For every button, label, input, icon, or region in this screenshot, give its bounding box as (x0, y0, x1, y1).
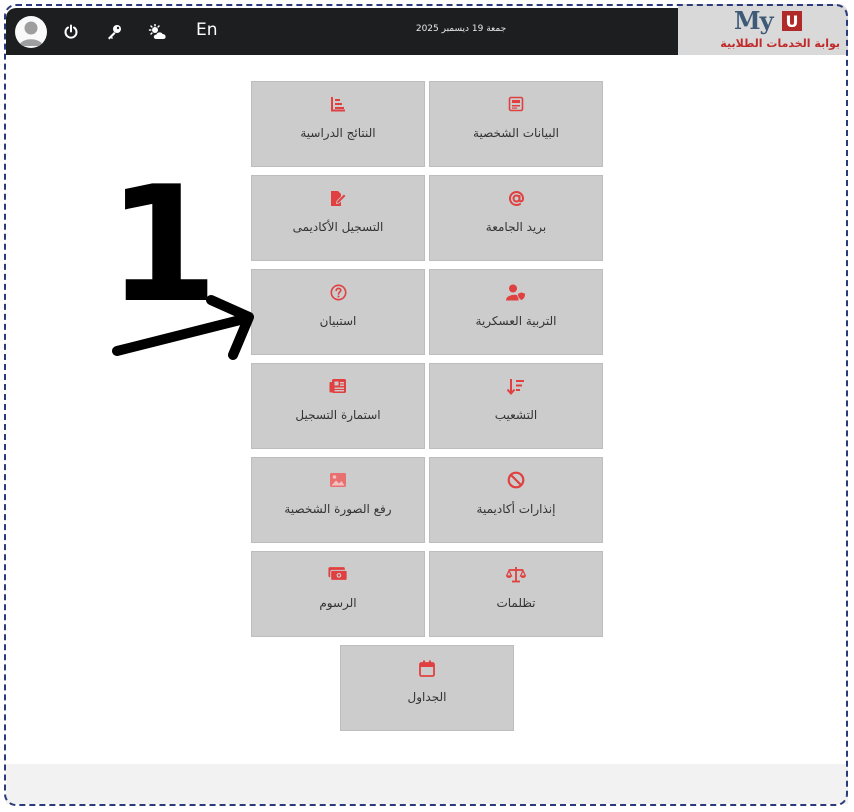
annotation-number: 1 (107, 151, 218, 338)
hand-drawn-annotation: 1 (107, 151, 254, 360)
